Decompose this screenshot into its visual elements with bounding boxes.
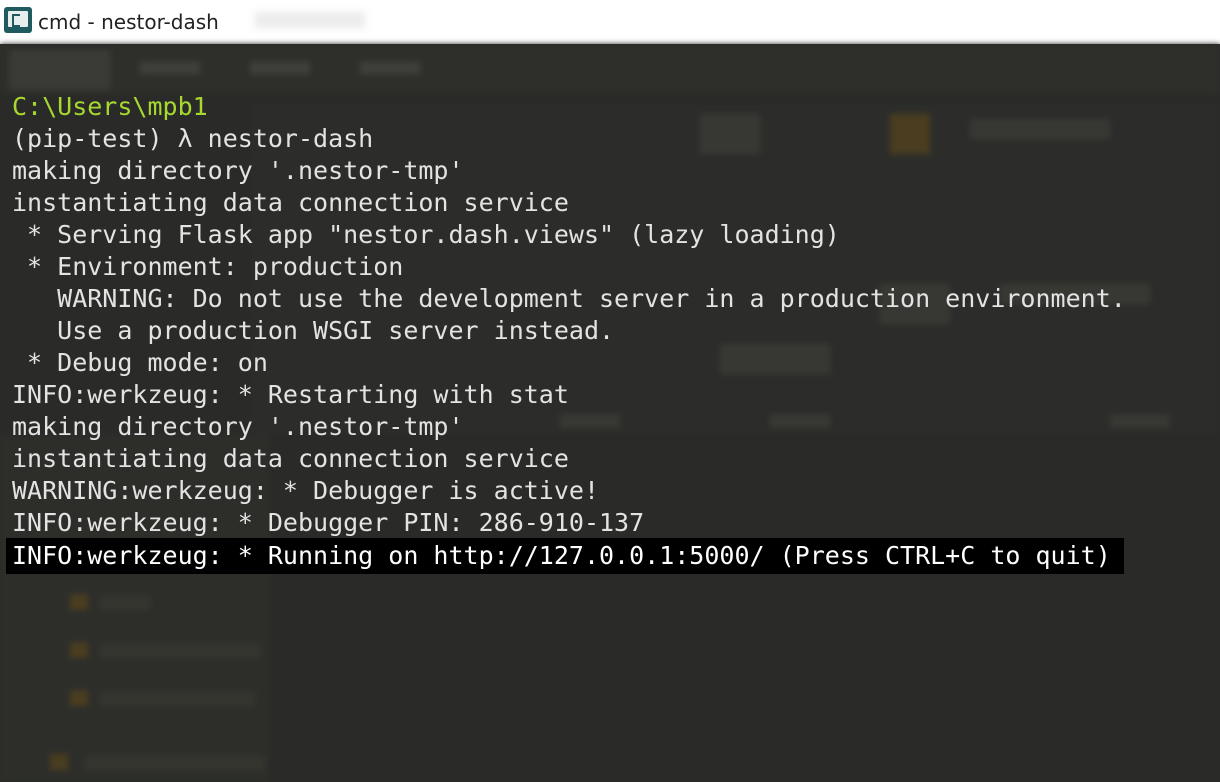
warning-line: WARNING: Do not use the development serv… — [12, 284, 1126, 313]
output-line: * Serving Flask app "nestor.dash.views" … — [12, 220, 840, 249]
output-line: INFO:werkzeug: * Debugger PIN: 286-910-1… — [12, 508, 645, 537]
output-line: instantiating data connection service — [12, 188, 569, 217]
output-line: INFO:werkzeug: * Restarting with stat — [12, 380, 569, 409]
cmder-app-icon — [4, 7, 32, 33]
command-line: (pip-test) λ nestor-dash — [12, 124, 374, 153]
warning-line: WARNING:werkzeug: * Debugger is active! — [12, 476, 599, 505]
highlighted-running-line: INFO:werkzeug: * Running on http://127.0… — [6, 538, 1124, 574]
output-line: * Debug mode: on — [12, 348, 268, 377]
output-line: instantiating data connection service — [12, 444, 569, 473]
console-window: cmd - nestor-dash C:\Users\mpb1 (pip-tes… — [0, 0, 1220, 782]
title-bar[interactable]: cmd - nestor-dash — [0, 0, 1220, 44]
output-line: making directory '.nestor-tmp' — [12, 156, 464, 185]
blurred-title-remnant — [255, 12, 365, 28]
prompt-path-line: C:\Users\mpb1 — [12, 92, 208, 121]
server-url-text: INFO:werkzeug: * Running on http://127.0… — [12, 541, 1111, 570]
output-line: Use a production WSGI server instead. — [12, 316, 615, 345]
window-title: cmd - nestor-dash — [38, 10, 219, 34]
output-line: making directory '.nestor-tmp' — [12, 412, 464, 441]
output-line: * Environment: production — [12, 252, 404, 281]
